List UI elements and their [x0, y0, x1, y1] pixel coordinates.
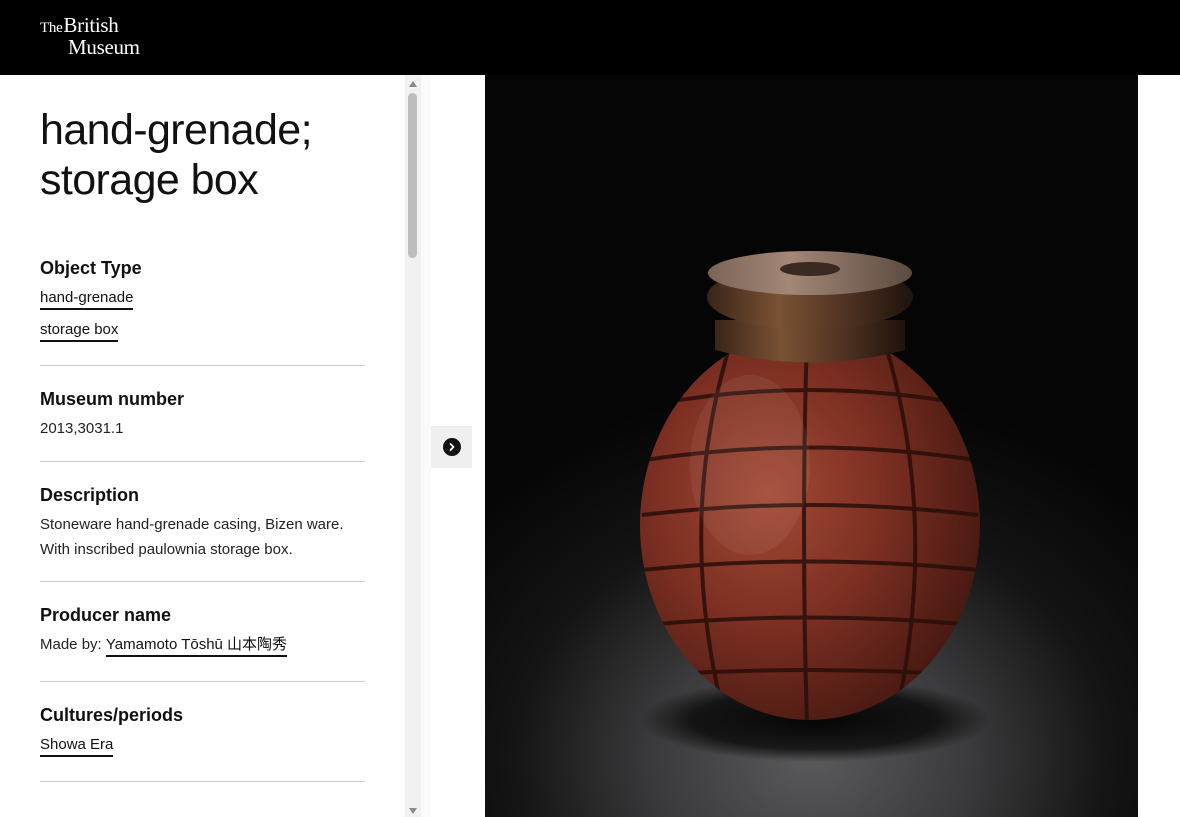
logo-british-text: British — [63, 13, 119, 37]
description-text: Stoneware hand-grenade casing, Bizen war… — [40, 516, 344, 558]
scroll-down-arrow-icon[interactable] — [409, 808, 417, 814]
cultures-section: Cultures/periods Showa Era — [40, 682, 365, 782]
producer-heading: Producer name — [40, 605, 172, 625]
description-heading: Description — [40, 485, 140, 505]
logo-the-text: The — [40, 20, 63, 36]
producer-link[interactable]: Yamamoto Tōshū 山本陶秀 — [105, 635, 288, 657]
description-section: Description Stoneware hand-grenade casin… — [40, 462, 365, 582]
grenade-photo-illustration — [640, 251, 990, 762]
producer-section: Producer name Made by: Yamamoto Tōshū 山本… — [40, 582, 365, 682]
scrollbar-thumb[interactable] — [408, 93, 417, 258]
object-type-section: Object Type hand-grenade storage box — [40, 257, 365, 366]
producer-prefix: Made by: — [40, 636, 106, 653]
museum-number-heading: Museum number — [40, 389, 185, 409]
museum-number-value: 2013,3031.1 — [40, 420, 124, 437]
producer-line: Made by: Yamamoto Tōshū 山本陶秀 — [40, 635, 365, 657]
object-details-panel: hand-grenade; storage box Object Type ha… — [0, 75, 405, 817]
object-type-links: hand-grenade storage box — [40, 288, 365, 342]
object-type-link-hand-grenade[interactable]: hand-grenade — [40, 288, 134, 310]
object-type-heading: Object Type — [40, 258, 142, 278]
details-scrollbar[interactable] — [405, 75, 421, 817]
british-museum-logo[interactable]: TheBritish Museum — [40, 13, 140, 59]
panel-gutter — [421, 75, 431, 817]
object-image[interactable] — [485, 75, 1138, 817]
object-type-link-storage-box[interactable]: storage box — [40, 320, 119, 342]
panel-toggle-button[interactable] — [431, 426, 472, 468]
page-title: hand-grenade; storage box — [40, 106, 313, 204]
site-header: TheBritish Museum — [0, 0, 1180, 75]
logo-museum-text: Museum — [68, 35, 140, 59]
chevron-right-icon — [442, 438, 461, 456]
museum-number-section: Museum number 2013,3031.1 — [40, 366, 365, 462]
object-details-content: hand-grenade; storage box Object Type ha… — [40, 75, 365, 782]
cultures-heading: Cultures/periods — [40, 705, 184, 725]
scroll-up-arrow-icon[interactable] — [409, 81, 417, 87]
culture-link-showa-era[interactable]: Showa Era — [40, 735, 114, 757]
